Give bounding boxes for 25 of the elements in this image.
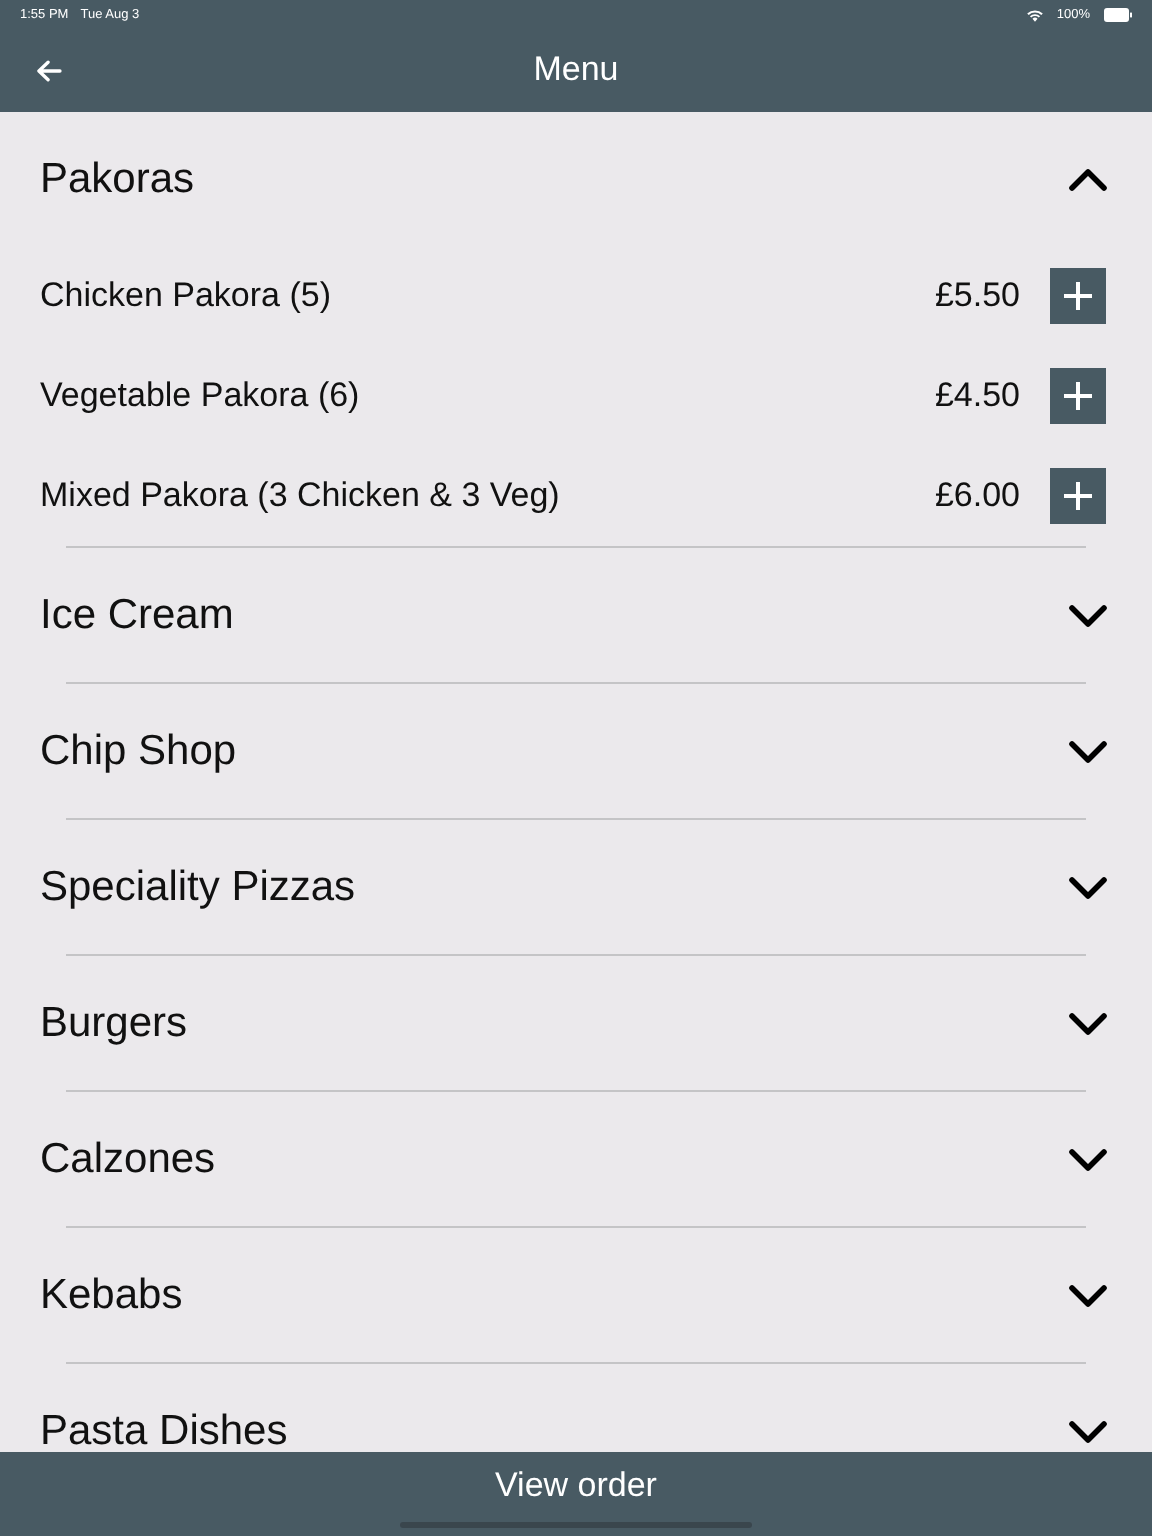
category-header[interactable]: Pasta Dishes	[0, 1364, 1152, 1452]
screen-title: Menu	[533, 50, 619, 90]
plus-icon	[1062, 280, 1094, 312]
item-name: Chicken Pakora (5)	[40, 276, 332, 316]
plus-icon	[1062, 480, 1094, 512]
plus-icon	[1062, 380, 1094, 412]
category-header[interactable]: Speciality Pizzas	[0, 820, 1152, 954]
category-header[interactable]: Ice Cream	[0, 548, 1152, 682]
back-arrow-icon	[36, 59, 62, 81]
category-header[interactable]: Kebabs	[0, 1228, 1152, 1362]
item-price: £6.00	[934, 476, 1020, 516]
category-header[interactable]: Calzones	[0, 1092, 1152, 1226]
add-button[interactable]	[1050, 368, 1106, 424]
category-header[interactable]: Burgers	[0, 956, 1152, 1090]
add-button[interactable]	[1050, 268, 1106, 324]
view-order-button[interactable]: View order	[479, 1462, 673, 1510]
item-price: £4.50	[934, 376, 1020, 416]
item-price: £5.50	[934, 276, 1020, 316]
add-button[interactable]	[1050, 468, 1106, 524]
battery-icon	[1104, 7, 1132, 21]
category-header[interactable]: Pakoras	[0, 112, 1152, 246]
wifi-icon	[1026, 7, 1045, 21]
item-name: Mixed Pakora (3 Chicken & 3 Veg)	[40, 476, 560, 516]
category-header[interactable]: Chip Shop	[0, 684, 1152, 818]
item-name: Vegetable Pakora (6)	[40, 376, 360, 416]
